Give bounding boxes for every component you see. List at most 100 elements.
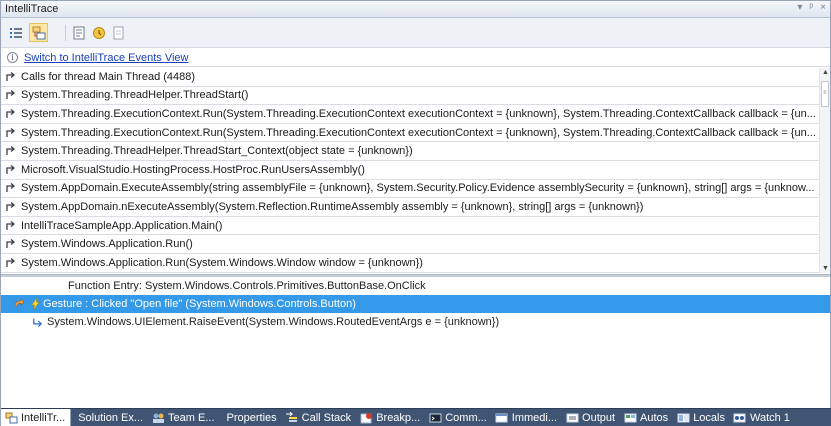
call-tree-list: Calls for thread Main Thread (4488) Syste…: [1, 68, 819, 273]
intellitrace-toolbar: [1, 18, 830, 48]
call-row[interactable]: System.Windows.Application.Run(System.Wi…: [1, 254, 819, 273]
settings-button[interactable]: [69, 23, 88, 42]
window-title: IntelliTrace: [5, 3, 59, 15]
tab-autos[interactable]: Autos: [620, 409, 673, 426]
call-detail-pane: Function Entry: System.Windows.Controls.…: [1, 277, 830, 407]
call-row[interactable]: IntelliTraceSampleApp.Application.Main(): [1, 217, 819, 236]
tab-label: Autos: [640, 412, 669, 424]
return-to-call-icon: [1, 90, 21, 100]
tab-label: Breakp...: [376, 412, 421, 424]
gesture-event-row[interactable]: Gesture : Clicked "Open file" (System.Wi…: [1, 295, 830, 313]
tab-label: Team E...: [168, 412, 215, 424]
toolbar-separator: [65, 25, 66, 41]
tab-label: Comm...: [445, 412, 487, 424]
call-row[interactable]: System.Threading.ExecutionContext.Run(Sy…: [1, 105, 819, 124]
tab-label: IntelliTr...: [21, 412, 66, 424]
autos-icon: [623, 412, 637, 424]
tab-output[interactable]: Output: [562, 409, 620, 426]
return-to-call-icon: [1, 108, 21, 119]
settings-icon: [73, 26, 84, 39]
team-explorer-icon: [151, 412, 165, 424]
call-row-label: System.Windows.Application.Run(): [21, 238, 193, 251]
tab-label: Output: [582, 412, 616, 424]
tool-window-titlebar: IntelliTrace ▾ ᵖ ×: [1, 1, 830, 18]
return-to-call-icon: [1, 183, 21, 193]
open-log-icon: [92, 26, 105, 39]
call-row[interactable]: System.Threading.ThreadHelper.ThreadStar…: [1, 87, 819, 106]
tab-label: Locals: [693, 412, 725, 424]
tab-breakp[interactable]: Breakp...: [356, 409, 425, 426]
info-bar: i Switch to IntelliTrace Events View: [1, 49, 830, 67]
call-into-arrow-icon: [1, 317, 47, 327]
return-to-call-icon: [1, 239, 21, 249]
vertical-scrollbar[interactable]: ▲ ≡ ▼: [819, 68, 830, 273]
tab-intellitr[interactable]: IntelliTr...: [1, 409, 72, 426]
call-row[interactable]: System.AppDomain.ExecuteAssembly(string …: [1, 180, 819, 199]
return-to-call-icon: [1, 201, 21, 212]
call-stack-icon: [285, 412, 299, 424]
return-to-call-icon: [1, 146, 21, 156]
list-view-icon: [9, 27, 22, 38]
call-row-label: IntelliTraceSampleApp.Application.Main(): [21, 219, 223, 232]
tab-call-stack[interactable]: Call Stack: [282, 409, 357, 426]
return-to-call-icon: [1, 164, 21, 175]
switch-to-events-view-link[interactable]: Switch to IntelliTrace Events View: [24, 52, 188, 64]
return-arrow-icon: [1, 298, 27, 310]
call-row-label: System.AppDomain.ExecuteAssembly(string …: [21, 182, 815, 195]
close-icon[interactable]: ×: [820, 2, 826, 13]
function-entry-text: Function Entry: System.Windows.Controls.…: [68, 280, 426, 292]
call-row[interactable]: System.AppDomain.nExecuteAssembly(System…: [1, 198, 819, 217]
call-row-label: Calls for thread Main Thread (4488): [21, 70, 196, 83]
return-to-call-icon: [1, 71, 21, 82]
tool-window-tab-bar: IntelliTr... Solution Ex... Team E... Prope…: [1, 408, 831, 426]
list-view-button[interactable]: [6, 23, 25, 42]
tab-label: Call Stack: [301, 412, 352, 424]
call-row-label: System.Threading.ExecutionContext.Run(Sy…: [21, 107, 816, 120]
call-row[interactable]: System.Threading.ExecutionContext.Run(Sy…: [1, 124, 819, 143]
tab-locals[interactable]: Locals: [673, 409, 730, 426]
command-window-icon: [428, 412, 442, 424]
call-row-label: System.AppDomain.nExecuteAssembly(System…: [21, 200, 644, 213]
watch-icon: [733, 412, 747, 424]
call-row-label: System.Windows.Application.Run(System.Wi…: [21, 256, 423, 269]
auto-hide-pin-icon[interactable]: ᵖ: [809, 2, 813, 13]
tab-label: Watch 1: [749, 412, 790, 424]
call-row[interactable]: Microsoft.VisualStudio.HostingProcess.Ho…: [1, 161, 819, 180]
return-to-call-icon: [1, 220, 21, 231]
call-row[interactable]: System.Windows.Application.Run(): [1, 235, 819, 254]
help-button[interactable]: [109, 23, 128, 42]
tab-solution-ex[interactable]: Solution Ex...: [71, 409, 148, 426]
intellitrace-window: IntelliTrace ▾ ᵖ × i Switch to IntelliTr…: [0, 0, 831, 426]
locals-icon: [676, 412, 690, 424]
calls-view-button[interactable]: [29, 23, 48, 42]
tab-team-e[interactable]: Team E...: [148, 409, 219, 426]
call-row[interactable]: System.Threading.ThreadHelper.ThreadStar…: [1, 142, 819, 161]
call-row-label: System.Threading.ExecutionContext.Run(Sy…: [21, 126, 816, 139]
call-row[interactable]: Calls for thread Main Thread (4488): [1, 68, 819, 87]
raise-event-row[interactable]: System.Windows.UIElement.RaiseEvent(Syst…: [1, 313, 830, 331]
function-entry-row[interactable]: Function Entry: System.Windows.Controls.…: [1, 277, 830, 295]
tab-immedi[interactable]: Immedi...: [492, 409, 562, 426]
tab-properties[interactable]: Properties: [220, 409, 282, 426]
call-row-label: Microsoft.VisualStudio.HostingProcess.Ho…: [21, 163, 365, 176]
tab-watch-1[interactable]: Watch 1: [730, 409, 795, 426]
return-to-call-icon: [1, 257, 21, 268]
scroll-up-arrow-icon[interactable]: ▲: [822, 69, 829, 76]
scroll-grip-icon: ≡: [823, 90, 827, 96]
open-log-button[interactable]: [89, 23, 108, 42]
call-row-label: System.Threading.ThreadHelper.ThreadStar…: [21, 89, 249, 102]
return-to-call-icon: [1, 127, 21, 138]
info-icon: i: [7, 52, 18, 63]
tab-label: Solution Ex...: [78, 412, 144, 424]
raise-event-text: System.Windows.UIElement.RaiseEvent(Syst…: [47, 316, 500, 328]
calls-view-icon: [32, 26, 45, 39]
gesture-event-icon: [27, 298, 43, 310]
intellitrace-icon: [4, 412, 18, 424]
window-controls: ▾ ᵖ ×: [797, 2, 826, 13]
breakpoints-icon: [359, 412, 373, 424]
window-position-dropdown-icon[interactable]: ▾: [797, 2, 802, 13]
scroll-down-arrow-icon[interactable]: ▼: [822, 265, 829, 272]
gesture-event-text: Gesture : Clicked "Open file" (System.Wi…: [43, 298, 356, 310]
call-row-label: System.Threading.ThreadHelper.ThreadStar…: [21, 145, 413, 158]
tab-comm[interactable]: Comm...: [425, 409, 492, 426]
